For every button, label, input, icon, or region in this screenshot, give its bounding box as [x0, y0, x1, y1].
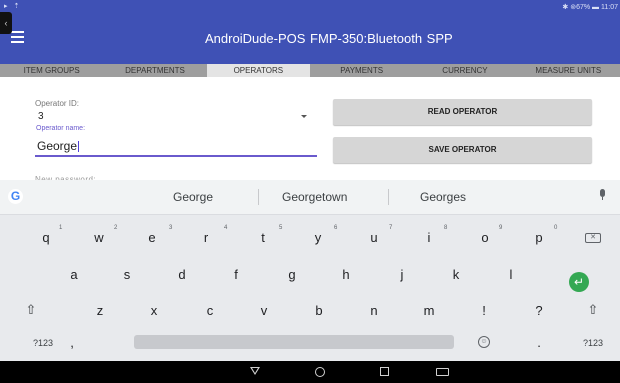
key-h[interactable]: h: [326, 266, 366, 284]
text-cursor: [78, 141, 80, 153]
key-comma[interactable]: ,: [52, 334, 92, 352]
shift-left-icon[interactable]: ⇧: [18, 301, 44, 319]
key-t[interactable]: t: [243, 229, 283, 247]
key-l[interactable]: l: [491, 266, 531, 284]
backspace-icon[interactable]: ✕: [585, 233, 601, 243]
key-period[interactable]: .: [519, 334, 559, 352]
tab-payments[interactable]: PAYMENTS: [310, 64, 413, 77]
tab-currency[interactable]: CURRENCY: [413, 64, 516, 77]
key-k[interactable]: k: [436, 266, 476, 284]
key-w-hint: 2: [114, 225, 118, 231]
key-c[interactable]: c: [190, 302, 230, 320]
key-w[interactable]: w: [79, 229, 119, 247]
suggestion-george[interactable]: George: [173, 190, 213, 204]
key-p[interactable]: p: [519, 229, 559, 247]
key-f[interactable]: f: [216, 266, 256, 284]
operator-form: Operator ID: 3 Operator name: George REA…: [0, 77, 620, 184]
key-u-hint: 7: [389, 225, 393, 231]
key-y-hint: 6: [334, 225, 338, 231]
keyboard-switch-icon[interactable]: [436, 368, 449, 376]
tab-operators[interactable]: OPERATORS: [206, 64, 310, 77]
suggestion-divider: [258, 189, 259, 205]
key-i[interactable]: i: [409, 229, 449, 247]
nav-recents-icon[interactable]: [380, 367, 389, 376]
key-d[interactable]: d: [162, 266, 202, 284]
key-x[interactable]: x: [134, 302, 174, 320]
key-q[interactable]: q: [26, 229, 66, 247]
key-n[interactable]: n: [354, 302, 394, 320]
key-question[interactable]: ?: [519, 302, 559, 320]
soft-keyboard: G George Georgetown Georges q 1 w 2 e 3 …: [0, 180, 620, 361]
key-r[interactable]: r: [186, 229, 226, 247]
key-q-hint: 1: [59, 225, 63, 231]
operator-id-label: Operator ID:: [35, 99, 80, 108]
enter-icon[interactable]: ↵: [569, 272, 589, 292]
system-nav-bar: [0, 361, 620, 383]
spacebar[interactable]: [134, 335, 454, 349]
tab-item-groups[interactable]: ITEM GROUPS: [0, 64, 103, 77]
key-s[interactable]: s: [107, 266, 147, 284]
tab-bar: ITEM GROUPS DEPARTMENTS OPERATORS PAYMEN…: [0, 64, 620, 77]
symbols-key-right[interactable]: ?123: [583, 338, 603, 348]
operator-id-select[interactable]: 3: [38, 111, 44, 122]
key-o-hint: 9: [499, 225, 503, 231]
key-i-hint: 8: [444, 225, 448, 231]
key-u[interactable]: u: [354, 229, 394, 247]
suggestion-strip: G George Georgetown Georges: [0, 180, 620, 215]
operator-name-input[interactable]: George: [37, 139, 80, 153]
tab-measure-units[interactable]: MEASURE UNITS: [517, 64, 620, 77]
read-operator-button[interactable]: READ OPERATOR: [333, 99, 592, 125]
emoji-icon[interactable]: ☺: [478, 336, 490, 348]
status-bar: ▸ ⇡ ✱ ⊚67% ▬ 11:07: [0, 0, 620, 14]
suggestion-georges[interactable]: Georges: [420, 190, 466, 204]
key-z[interactable]: z: [80, 302, 120, 320]
suggestion-georgetown[interactable]: Georgetown: [282, 190, 347, 204]
tab-departments[interactable]: DEPARTMENTS: [103, 64, 206, 77]
key-m[interactable]: m: [409, 302, 449, 320]
microphone-icon[interactable]: [599, 189, 606, 201]
key-j[interactable]: j: [382, 266, 422, 284]
key-g[interactable]: g: [272, 266, 312, 284]
suggestion-divider: [388, 189, 389, 205]
operator-name-label: Operator name:: [36, 125, 86, 132]
pos-screen: ▸ ⇡ ✱ ⊚67% ▬ 11:07 ‹ AndroiDude-POS FMP-…: [0, 0, 620, 383]
google-g-icon[interactable]: G: [8, 189, 23, 204]
key-y[interactable]: y: [298, 229, 338, 247]
notification-icons: ▸ ⇡: [4, 3, 22, 10]
key-v[interactable]: v: [244, 302, 284, 320]
dropdown-arrow-icon[interactable]: [301, 115, 307, 118]
key-r-hint: 4: [224, 225, 228, 231]
shift-right-icon[interactable]: ⇧: [580, 301, 606, 319]
key-e[interactable]: e: [132, 229, 172, 247]
app-bar: AndroiDude-POS FMP-350:Bluetooth SPP: [0, 14, 620, 64]
operator-name-value: George: [37, 139, 78, 153]
app-title: AndroiDude-POS FMP-350:Bluetooth SPP: [205, 31, 453, 46]
edge-back-icon[interactable]: ‹: [0, 12, 12, 34]
nav-home-icon[interactable]: [315, 367, 325, 377]
key-a[interactable]: a: [54, 266, 94, 284]
key-o[interactable]: o: [465, 229, 505, 247]
symbols-key-left[interactable]: ?123: [33, 338, 53, 348]
status-indicators: ✱ ⊚67% ▬ 11:07: [562, 4, 618, 11]
nav-back-icon[interactable]: [250, 367, 260, 375]
key-e-hint: 3: [169, 225, 173, 231]
key-b[interactable]: b: [299, 302, 339, 320]
key-exclamation[interactable]: !: [464, 302, 504, 320]
hamburger-menu-icon[interactable]: [11, 31, 24, 43]
key-t-hint: 5: [279, 225, 283, 231]
operator-name-underline: [35, 155, 317, 157]
save-operator-button[interactable]: SAVE OPERATOR: [333, 137, 592, 163]
key-p-hint: 0: [554, 225, 558, 231]
